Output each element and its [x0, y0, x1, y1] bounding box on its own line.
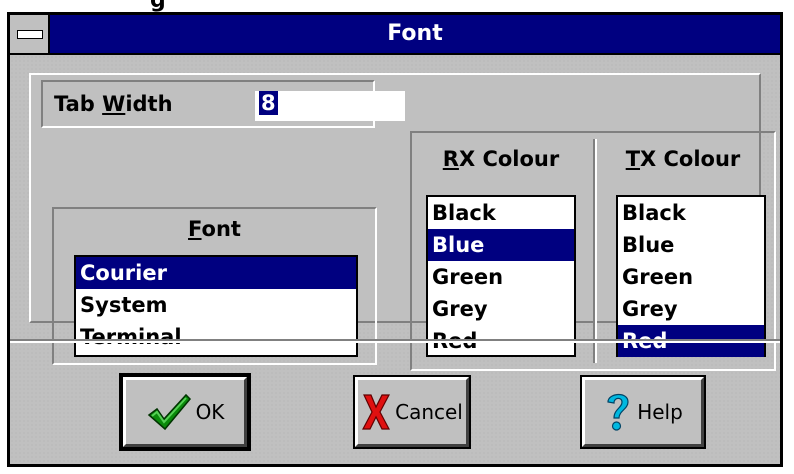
help-button[interactable]: Help	[580, 375, 706, 449]
tx-colour-listbox[interactable]: Black Blue Green Grey Red	[616, 195, 766, 357]
rx-colour-item[interactable]: Green	[428, 261, 574, 293]
ok-button-label: OK	[195, 400, 225, 424]
tab-width-group: Tab Width 8	[41, 80, 405, 128]
tx-colour-item[interactable]: Green	[618, 261, 764, 293]
dialog-title: Font	[387, 21, 443, 46]
rx-colour-listbox[interactable]: Black Blue Green Grey Red	[426, 195, 576, 357]
rx-colour-item[interactable]: Grey	[428, 293, 574, 325]
font-dialog: Font Tab Width 8 Font Courier System Termi…	[7, 12, 783, 467]
system-menu-button[interactable]	[10, 15, 50, 53]
rx-colour-item[interactable]: Black	[428, 197, 574, 229]
font-group-title: Font	[188, 217, 241, 241]
tab-width-input[interactable]: 8	[255, 91, 405, 121]
rx-colour-item[interactable]: Blue	[428, 229, 574, 261]
button-separator	[10, 339, 780, 343]
cancel-button[interactable]: Cancel	[353, 375, 471, 449]
tx-colour-title: TX Colour	[625, 147, 741, 171]
font-group-item[interactable]: Courier	[76, 257, 356, 289]
title-bar[interactable]: Font	[10, 15, 780, 55]
font-group-item[interactable]: Terminal	[76, 321, 356, 353]
tab-width-label: Tab Width	[54, 92, 173, 116]
tx-colour-item[interactable]: Blue	[618, 229, 764, 261]
colour-group: RX Colour TX Colour Black Blue Green Grey Re…	[410, 131, 776, 371]
colour-divider	[593, 139, 597, 363]
dialog-client-area: Tab Width 8 Font Courier System Terminal R…	[10, 55, 780, 464]
help-button-label: Help	[637, 400, 683, 424]
checkmark-icon	[146, 391, 192, 433]
font-group-item[interactable]: System	[76, 289, 356, 321]
system-menu-icon	[17, 30, 43, 39]
question-mark-icon	[603, 390, 633, 434]
tab-width-value: 8	[259, 91, 278, 115]
red-x-icon	[361, 391, 391, 433]
tx-colour-item[interactable]: Black	[618, 197, 764, 229]
tx-colour-item[interactable]: Grey	[618, 293, 764, 325]
ok-button[interactable]: OK	[119, 373, 251, 451]
cancel-button-label: Cancel	[395, 400, 463, 424]
rx-colour-title: RX Colour	[442, 147, 560, 171]
